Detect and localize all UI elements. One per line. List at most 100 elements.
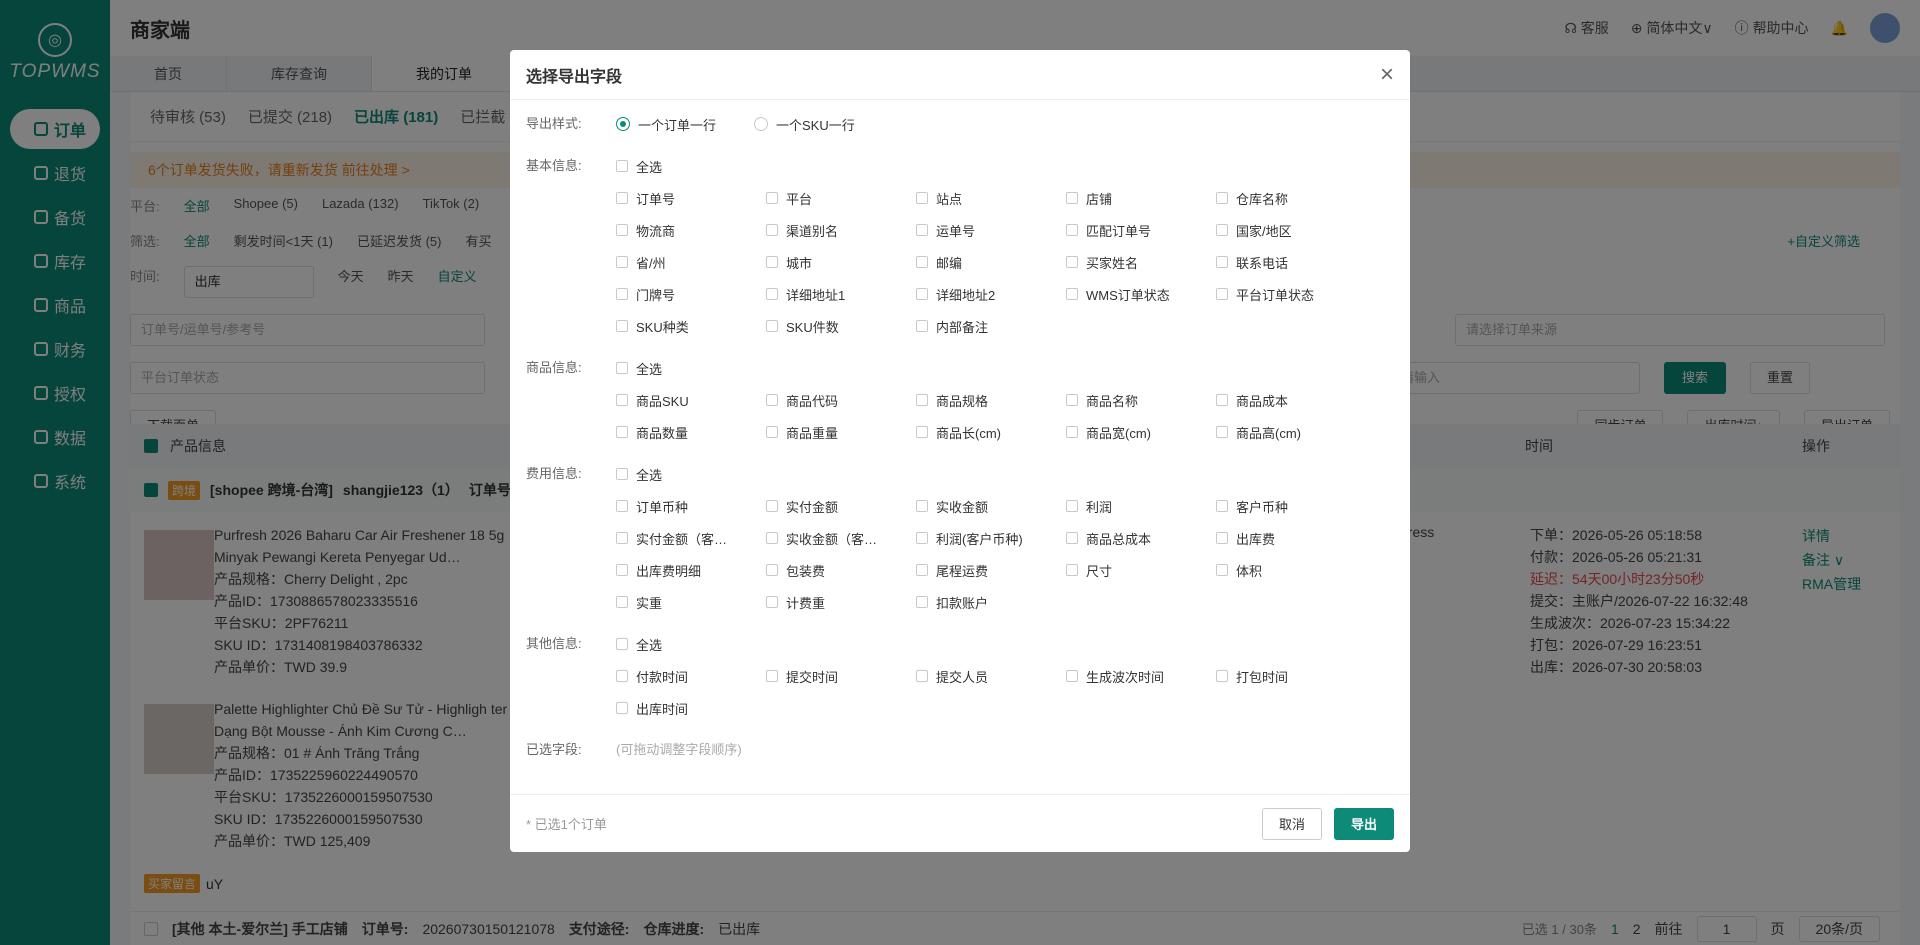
checkbox-icon: [1216, 426, 1228, 438]
field-checkbox[interactable]: 出库费明细: [616, 554, 766, 586]
field-checkbox[interactable]: 利润: [1066, 490, 1216, 522]
field-checkbox[interactable]: 城市: [766, 246, 916, 278]
checkbox-icon: [916, 192, 928, 204]
style-one-per-order[interactable]: 一个订单一行: [616, 115, 716, 134]
select-all-checkbox[interactable]: 全选: [616, 150, 1366, 182]
checkbox-icon: [616, 192, 628, 204]
select-all-checkbox[interactable]: 全选: [616, 628, 1366, 660]
field-label: 计费重: [786, 595, 826, 611]
field-checkbox[interactable]: 出库费: [1216, 522, 1366, 554]
field-checkbox[interactable]: 物流商: [616, 214, 766, 246]
field-label: 打包时间: [1236, 669, 1289, 685]
field-checkbox[interactable]: WMS订单状态: [1066, 278, 1216, 310]
field-section: 费用信息: 全选 订单币种 实付金额 实收金额 利润 客户币种 实付金额（客… 实收金额（客… 利…: [526, 458, 1394, 618]
checkbox-icon: [916, 320, 928, 332]
field-checkbox[interactable]: 生成波次时间: [1066, 660, 1216, 692]
field-checkbox[interactable]: 打包时间: [1216, 660, 1366, 692]
field-checkbox[interactable]: SKU种类: [616, 310, 766, 342]
field-checkbox[interactable]: 客户币种: [1216, 490, 1366, 522]
selected-orders-note: * 已选1个订单: [526, 817, 607, 832]
checkbox-icon: [1216, 670, 1228, 682]
field-checkbox[interactable]: 买家姓名: [1066, 246, 1216, 278]
field-checkbox[interactable]: 平台: [766, 182, 916, 214]
cancel-button[interactable]: 取消: [1262, 807, 1322, 840]
checkbox-icon: [616, 596, 628, 608]
field-label: 物流商: [636, 223, 676, 239]
field-checkbox[interactable]: 利润(客户币种): [916, 522, 1066, 554]
field-label: 仓库名称: [1236, 191, 1289, 207]
field-checkbox[interactable]: 计费重: [766, 586, 916, 618]
field-checkbox[interactable]: 商品总成本: [1066, 522, 1216, 554]
field-checkbox[interactable]: 门牌号: [616, 278, 766, 310]
field-checkbox[interactable]: 渠道别名: [766, 214, 916, 246]
field-label: 商品成本: [1236, 393, 1289, 409]
field-checkbox[interactable]: 订单币种: [616, 490, 766, 522]
checkbox-icon: [1066, 224, 1078, 236]
field-grid: 全选 订单币种 实付金额 实收金额 利润 客户币种实付金额（客… 实收金额（客… 利润(客户币…: [616, 458, 1394, 618]
checkbox-icon: [766, 288, 778, 300]
field-checkbox[interactable]: 商品名称: [1066, 384, 1216, 416]
select-all-checkbox[interactable]: 全选: [616, 352, 1366, 384]
field-checkbox[interactable]: 内部备注: [916, 310, 1066, 342]
field-label: 实付金额（客…: [636, 531, 728, 547]
field-label: 实收金额（客…: [786, 531, 878, 547]
field-checkbox[interactable]: 实付金额（客…: [616, 522, 766, 554]
field-checkbox[interactable]: 尾程运费: [916, 554, 1066, 586]
checkbox-icon: [916, 532, 928, 544]
modal-header: 选择导出字段 ×: [510, 50, 1410, 100]
field-checkbox[interactable]: 邮编: [916, 246, 1066, 278]
style-one-per-sku[interactable]: 一个SKU一行: [754, 115, 855, 134]
field-checkbox[interactable]: 实付金额: [766, 490, 916, 522]
field-checkbox[interactable]: 出库时间: [616, 692, 766, 724]
field-checkbox[interactable]: 付款时间: [616, 660, 766, 692]
field-checkbox[interactable]: 详细地址1: [766, 278, 916, 310]
field-checkbox[interactable]: 实收金额: [916, 490, 1066, 522]
field-checkbox[interactable]: 国家/地区: [1216, 214, 1366, 246]
field-checkbox[interactable]: 体积: [1216, 554, 1366, 586]
section-label: 其他信息:: [526, 636, 582, 651]
field-checkbox[interactable]: 商品重量: [766, 416, 916, 448]
checkbox-icon: [1216, 394, 1228, 406]
field-label: 买家姓名: [1086, 255, 1139, 271]
field-checkbox[interactable]: 商品高(cm): [1216, 416, 1366, 448]
field-checkbox[interactable]: 包装费: [766, 554, 916, 586]
field-checkbox[interactable]: 订单号: [616, 182, 766, 214]
field-label: 商品数量: [636, 425, 689, 441]
field-section: 商品信息: 全选 商品SKU 商品代码 商品规格 商品名称 商品成本 商品数量 商品重量 商品长(…: [526, 352, 1394, 448]
field-label: 商品名称: [1086, 393, 1139, 409]
close-icon[interactable]: ×: [1380, 62, 1394, 87]
field-checkbox[interactable]: 提交人员: [916, 660, 1066, 692]
field-checkbox[interactable]: 提交时间: [766, 660, 916, 692]
checkbox-icon: [766, 532, 778, 544]
field-label: 省/州: [636, 255, 666, 271]
field-checkbox[interactable]: 详细地址2: [916, 278, 1066, 310]
field-checkbox[interactable]: 扣款账户: [916, 586, 1066, 618]
field-checkbox[interactable]: 商品成本: [1216, 384, 1366, 416]
field-checkbox[interactable]: 实收金额（客…: [766, 522, 916, 554]
field-checkbox[interactable]: 运单号: [916, 214, 1066, 246]
field-checkbox[interactable]: 仓库名称: [1216, 182, 1366, 214]
modal-footer: * 已选1个订单 取消 导出: [510, 794, 1410, 852]
field-checkbox[interactable]: 平台订单状态: [1216, 278, 1366, 310]
field-checkbox[interactable]: 商品规格: [916, 384, 1066, 416]
field-checkbox[interactable]: 联系电话: [1216, 246, 1366, 278]
field-checkbox[interactable]: SKU件数: [766, 310, 916, 342]
checkbox-icon: [766, 426, 778, 438]
selected-fields-section: 已选字段: (可拖动调整字段顺序): [526, 734, 1394, 766]
field-checkbox[interactable]: 站点: [916, 182, 1066, 214]
select-all-checkbox[interactable]: 全选: [616, 458, 1366, 490]
export-button[interactable]: 导出: [1334, 807, 1394, 840]
field-checkbox[interactable]: 店铺: [1066, 182, 1216, 214]
field-checkbox[interactable]: 省/州: [616, 246, 766, 278]
checkbox-icon: [1066, 192, 1078, 204]
field-checkbox[interactable]: 商品代码: [766, 384, 916, 416]
field-checkbox[interactable]: 商品宽(cm): [1066, 416, 1216, 448]
field-sections: 基本信息: 全选 订单号 平台 站点 店铺 仓库名称 物流商 渠道别名 运单号 匹配订单号 国家/地区…: [526, 150, 1394, 724]
field-checkbox[interactable]: 商品数量: [616, 416, 766, 448]
field-checkbox[interactable]: 商品SKU: [616, 384, 766, 416]
field-checkbox[interactable]: 尺寸: [1066, 554, 1216, 586]
checkbox-icon: [766, 320, 778, 332]
field-checkbox[interactable]: 匹配订单号: [1066, 214, 1216, 246]
field-checkbox[interactable]: 商品长(cm): [916, 416, 1066, 448]
field-checkbox[interactable]: 实重: [616, 586, 766, 618]
